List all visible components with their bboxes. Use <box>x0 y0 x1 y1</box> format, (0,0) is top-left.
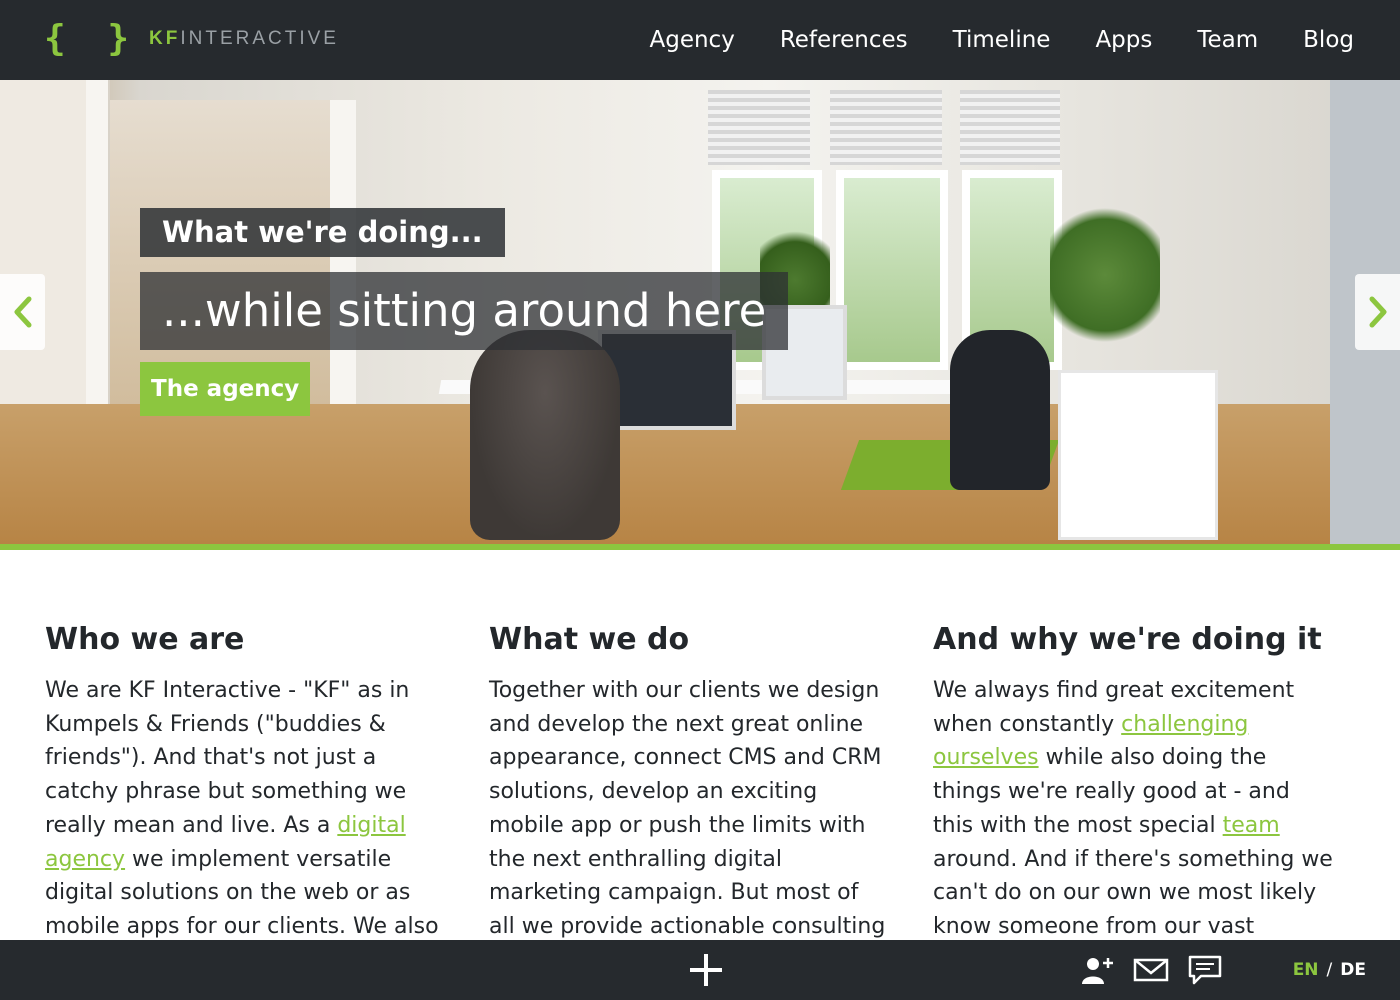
nav-team[interactable]: Team <box>1197 27 1258 53</box>
hero-caption-large: ...while sitting around here <box>140 272 789 350</box>
lang-en[interactable]: EN <box>1293 960 1319 980</box>
hero-divider <box>0 544 1400 550</box>
nav-references[interactable]: References <box>780 27 908 53</box>
site-header: { } KFINTERACTIVE Agency References Time… <box>0 0 1400 80</box>
photo-person <box>470 330 620 540</box>
column-text: We are KF Interactive - "KF" as in Kumpe… <box>45 674 445 944</box>
hero-slider: What we're doing... ...while sitting aro… <box>0 80 1400 544</box>
column-title: And why we're doing it <box>933 622 1322 657</box>
logo-kf: KF <box>149 28 181 49</box>
chevron-right-icon <box>1369 296 1386 328</box>
the-agency-button[interactable]: The agency <box>140 362 311 416</box>
photo-blind <box>708 90 810 165</box>
column-what-we-do: What we do Together with our clients we … <box>489 620 889 944</box>
logo[interactable]: { } KFINTERACTIVE <box>44 18 339 60</box>
nav-timeline[interactable]: Timeline <box>953 27 1051 53</box>
slider-prev-button[interactable] <box>0 274 45 350</box>
lang-de[interactable]: DE <box>1340 960 1366 980</box>
logo-interactive: INTERACTIVE <box>180 28 339 49</box>
chat-icon[interactable] <box>1187 954 1223 986</box>
column-title: Who we are <box>45 622 245 657</box>
plus-icon[interactable] <box>686 950 726 990</box>
photo-blind <box>830 90 942 165</box>
nav-agency[interactable]: Agency <box>650 27 735 53</box>
logo-wordmark: KFINTERACTIVE <box>149 28 339 50</box>
column-why: And why we're doing it We always find gr… <box>933 620 1333 977</box>
lang-separator: / <box>1326 960 1333 980</box>
chevron-left-icon <box>14 296 31 328</box>
nav-apps[interactable]: Apps <box>1095 27 1152 53</box>
photo-blind <box>960 90 1060 165</box>
nav-blog[interactable]: Blog <box>1303 27 1354 53</box>
hero-caption-small: What we're doing... <box>140 208 505 257</box>
footer-bar: EN / DE <box>0 940 1400 1000</box>
column-who-we-are: Who we are We are KF Interactive - "KF" … <box>45 620 445 944</box>
column-title: What we do <box>489 622 690 657</box>
slider-next-button[interactable] <box>1355 274 1400 350</box>
photo-shelf <box>1058 370 1218 540</box>
photo-window <box>836 170 948 370</box>
language-switcher: EN / DE <box>1293 940 1366 1000</box>
mail-icon[interactable] <box>1133 954 1169 986</box>
photo-chair <box>950 330 1050 490</box>
add-contact-icon[interactable] <box>1080 954 1116 986</box>
team-link[interactable]: team <box>1223 813 1280 838</box>
column-text: Together with our clients we design and … <box>489 678 886 939</box>
photo-plant <box>1050 200 1160 350</box>
logo-brackets-icon: { } <box>44 18 140 59</box>
column-text: We always find great excitement when con… <box>933 674 1333 977</box>
main-nav: Agency References Timeline Apps Team Blo… <box>605 0 1355 80</box>
